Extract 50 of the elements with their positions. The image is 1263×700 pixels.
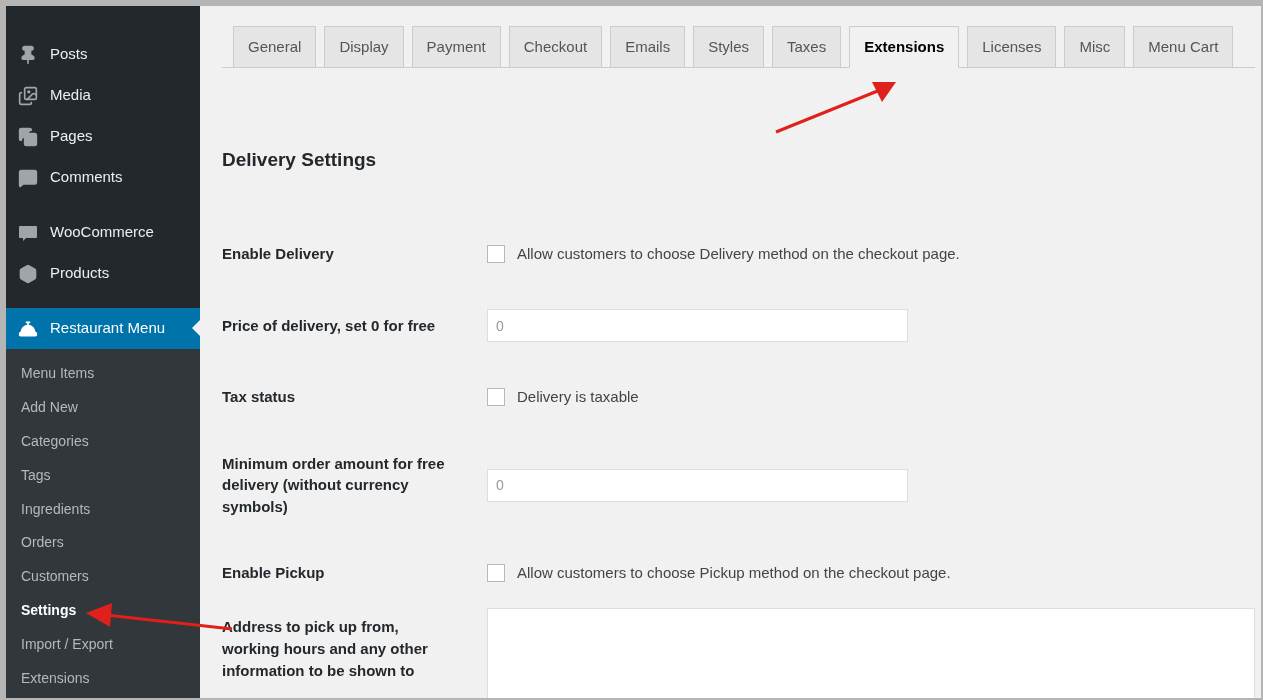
tab[interactable]: Taxes	[772, 26, 842, 68]
tab[interactable]: Menu Cart	[1133, 26, 1234, 68]
checkbox-label: Delivery is taxable	[517, 387, 639, 407]
tab[interactable]: Licenses	[967, 26, 1057, 68]
checkbox-label: Allow customers to choose Delivery method on the checkout page.	[517, 243, 960, 264]
sidebar-item[interactable]: Comments	[6, 157, 200, 198]
sidebar-item[interactable]: Pages	[6, 116, 200, 157]
sidebar-item[interactable]: WooCommerce	[6, 212, 200, 253]
tab[interactable]: General	[233, 26, 317, 68]
tab[interactable]: Checkout	[508, 26, 603, 68]
submenu-item[interactable]: Settings	[6, 593, 200, 628]
field-label: Enable Pickup	[222, 563, 326, 584]
checkbox-label: Allow customers to choose Pickup method on the checkout page.	[517, 562, 951, 583]
tab[interactable]: Extensions	[849, 26, 960, 68]
field-label: Minimum order amount for free delivery (without currency symbols)	[222, 453, 446, 517]
pointer-triangle	[192, 320, 200, 336]
sidebar-item[interactable]: Products	[6, 253, 200, 294]
submenu-item[interactable]: Add New	[6, 390, 200, 425]
submenu-item[interactable]: Menu Items	[6, 357, 200, 391]
submenu-item[interactable]: Customers	[6, 559, 200, 594]
checkbox[interactable]	[487, 244, 505, 263]
submenu-item[interactable]: Categories	[6, 424, 200, 459]
speech-bubble-icon	[18, 167, 38, 188]
text-field[interactable]: 0	[487, 309, 908, 342]
pages-icon	[18, 126, 38, 147]
text-field[interactable]: 0	[487, 468, 908, 502]
tab[interactable]: Display	[324, 26, 404, 68]
media-icon	[18, 85, 38, 106]
sidebar-item[interactable]: Posts	[6, 34, 200, 75]
submenu-item[interactable]: Tags	[6, 458, 200, 493]
checkbox[interactable]	[487, 388, 505, 407]
submenu-item[interactable]: Ingredients	[6, 492, 200, 526]
text-area[interactable]	[487, 608, 1255, 698]
field-label: Enable Delivery	[222, 243, 335, 264]
tab[interactable]: Styles	[693, 26, 764, 68]
submenu-item[interactable]: Import / Export	[6, 627, 200, 662]
tab[interactable]: Misc	[1064, 26, 1126, 68]
sidebar-item[interactable]: Media	[6, 75, 200, 116]
field-label: Address to pick up from, working hours and any other information to be shown to	[222, 617, 429, 681]
checkbox[interactable]	[487, 564, 505, 582]
field-label: Tax status	[222, 387, 297, 408]
field-label: Price of delivery, set 0 for free	[222, 315, 437, 336]
pin-icon	[18, 44, 38, 65]
box-icon	[18, 263, 38, 284]
tab[interactable]: Payment	[411, 26, 501, 68]
section-heading: Delivery Settings	[222, 148, 378, 172]
sidebar-item[interactable]: Restaurant Menu	[6, 308, 200, 349]
submenu-item[interactable]: Orders	[6, 526, 200, 560]
submenu-item[interactable]: Extensions	[6, 661, 200, 695]
tab[interactable]: Emails	[610, 26, 686, 68]
